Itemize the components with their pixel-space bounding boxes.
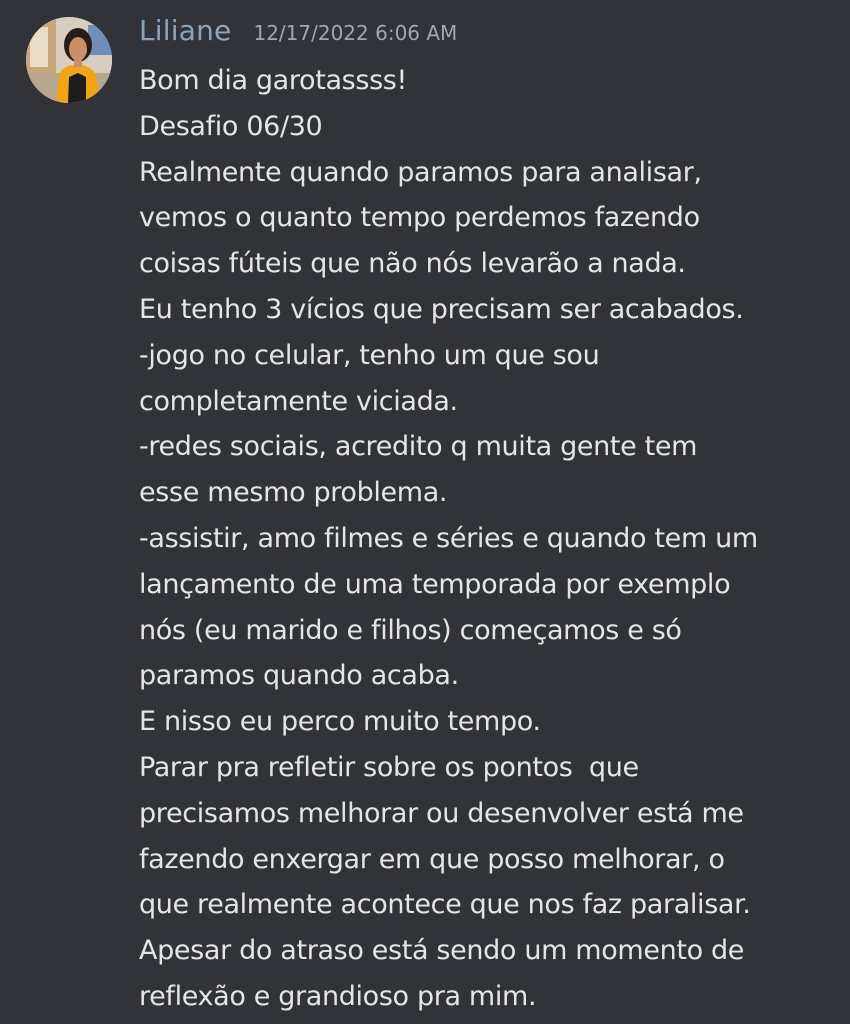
message-line: -jogo no celular, tenho um que sou: [139, 339, 600, 371]
message-body: Bom dia garotassss! Desafio 06/30 Realme…: [139, 58, 829, 1020]
chat-message: Liliane 12/17/2022 6:06 AM Bom dia garot…: [0, 0, 850, 1024]
message-line: Realmente quando paramos para analisar,: [139, 156, 702, 188]
message-line: fazendo enxergar em que posso melhorar, …: [139, 843, 725, 875]
message-line: que realmente acontece que nos faz paral…: [139, 889, 751, 921]
user-avatar[interactable]: [26, 17, 112, 103]
message-line: Desafio 06/30: [139, 110, 323, 142]
message-line: Eu tenho 3 vícios que precisam ser acaba…: [139, 293, 744, 325]
message-line: -redes sociais, acredito q muita gente t…: [139, 431, 698, 463]
message-line: -assistir, amo filmes e séries e quando …: [139, 522, 758, 554]
message-line: reflexão e grandioso pra mim.: [139, 980, 537, 1012]
message-line: Bom dia garotassss!: [139, 65, 407, 96]
message-line: completamente viciada.: [139, 385, 458, 417]
author-name[interactable]: Liliane: [139, 14, 231, 47]
message-line: paramos quando acaba.: [139, 660, 459, 692]
message-line: Apesar do atraso está sendo um momento d…: [139, 935, 745, 967]
message-line: E nisso eu perco muito tempo.: [139, 706, 541, 738]
message-line: coisas fúteis que não nós levarão a nada…: [139, 248, 686, 280]
message-line: Parar pra refletir sobre os pontos que: [139, 751, 639, 783]
message-line: precisamos melhorar ou desenvolver está …: [139, 797, 744, 829]
message-line: lançamento de uma temporada por exemplo: [139, 568, 731, 600]
avatar-photo-icon: [26, 17, 112, 103]
message-header: Liliane 12/17/2022 6:06 AM: [139, 14, 457, 54]
message-line: nós (eu marido e filhos) começamos e só: [139, 614, 682, 646]
message-line: vemos o quanto tempo perdemos fazendo: [139, 202, 700, 234]
message-timestamp[interactable]: 12/17/2022 6:06 AM: [253, 21, 457, 45]
message-line: esse mesmo problema.: [139, 477, 448, 509]
